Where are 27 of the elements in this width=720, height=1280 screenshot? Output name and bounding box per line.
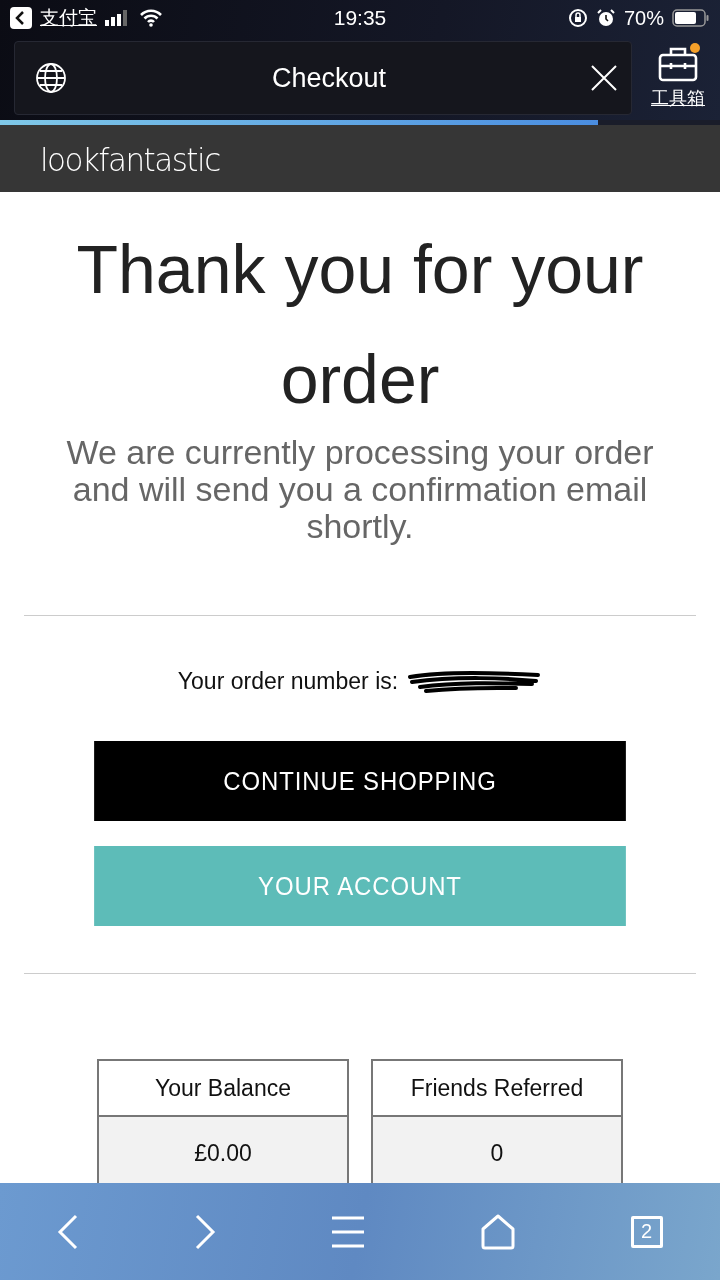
back-app-icon[interactable]: [10, 7, 32, 29]
rotation-lock-icon: [567, 8, 588, 28]
site-logo[interactable]: lookfantastic: [40, 139, 220, 178]
globe-icon[interactable]: [35, 62, 67, 94]
stat-label: Friends Referred: [373, 1061, 621, 1117]
battery-percent: 70%: [623, 6, 664, 30]
address-bar[interactable]: Checkout: [14, 41, 632, 115]
stat-label: Your Balance: [99, 1061, 347, 1117]
processing-message: We are currently processing your order and will send you a confirmation email shortly.: [65, 434, 655, 545]
stat-value: £0.00: [193, 1139, 253, 1168]
back-button[interactable]: [57, 1213, 80, 1250]
alarm-icon: [595, 8, 616, 28]
home-button[interactable]: [479, 1213, 516, 1250]
thank-you-heading: Thank you for your order: [75, 230, 645, 419]
page-title: Checkout: [270, 62, 388, 94]
close-icon[interactable]: [591, 65, 617, 91]
battery-icon: [672, 9, 710, 27]
toolbox-link[interactable]: 工具箱: [651, 86, 705, 110]
toolbox-icon[interactable]: [658, 46, 698, 82]
order-number-label: Your order number is:: [177, 668, 399, 695]
forward-button[interactable]: [194, 1213, 217, 1250]
clock-time: 19:35: [333, 6, 387, 29]
wifi-icon: [139, 9, 163, 27]
continue-shopping-button[interactable]: CONTINUE SHOPPING: [94, 741, 626, 821]
back-app-link[interactable]: 支付宝: [40, 5, 97, 31]
menu-button[interactable]: [331, 1214, 365, 1249]
stat-value: 0: [489, 1139, 505, 1168]
